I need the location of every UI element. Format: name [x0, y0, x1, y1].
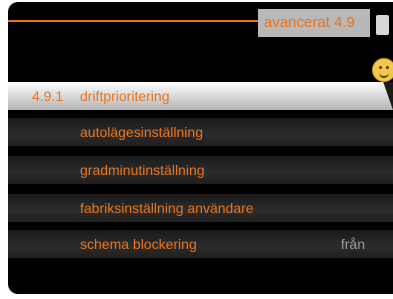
menu-item-label: fabriksinställning användare: [80, 200, 254, 216]
menu-item-label: autolägesinställning: [80, 124, 203, 140]
menu-item-autolagesinstallning[interactable]: autolägesinställning: [8, 118, 393, 146]
smiley-eye-right: [386, 66, 389, 69]
smiley-mouth: [379, 71, 389, 78]
menu-item-fabriksinstallning-anvandare[interactable]: fabriksinställning användare: [8, 194, 393, 222]
smiley-eye-left: [379, 66, 382, 69]
menu-item-driftprioritering[interactable]: 4.9.1 driftprioritering: [8, 82, 393, 110]
menu-item-number: 4.9.1: [32, 88, 64, 104]
header-line: [8, 20, 260, 22]
menu-item-schema-blockering[interactable]: schema blockering från: [8, 230, 393, 258]
display-screen: avancerat 4.9 4.9.1 driftprioritering au…: [8, 2, 393, 294]
smiley-icon: [372, 58, 393, 82]
menu-item-value: från: [340, 236, 365, 252]
menu-item-label: schema blockering: [80, 236, 197, 252]
menu-item-gradminutinstallning[interactable]: gradminutinställning: [8, 156, 393, 184]
scrollbar-thumb-icon[interactable]: [376, 15, 389, 35]
menu-item-label: gradminutinställning: [80, 162, 205, 178]
page-title: avancerat 4.9: [258, 9, 370, 37]
menu-item-label: driftprioritering: [80, 88, 170, 104]
